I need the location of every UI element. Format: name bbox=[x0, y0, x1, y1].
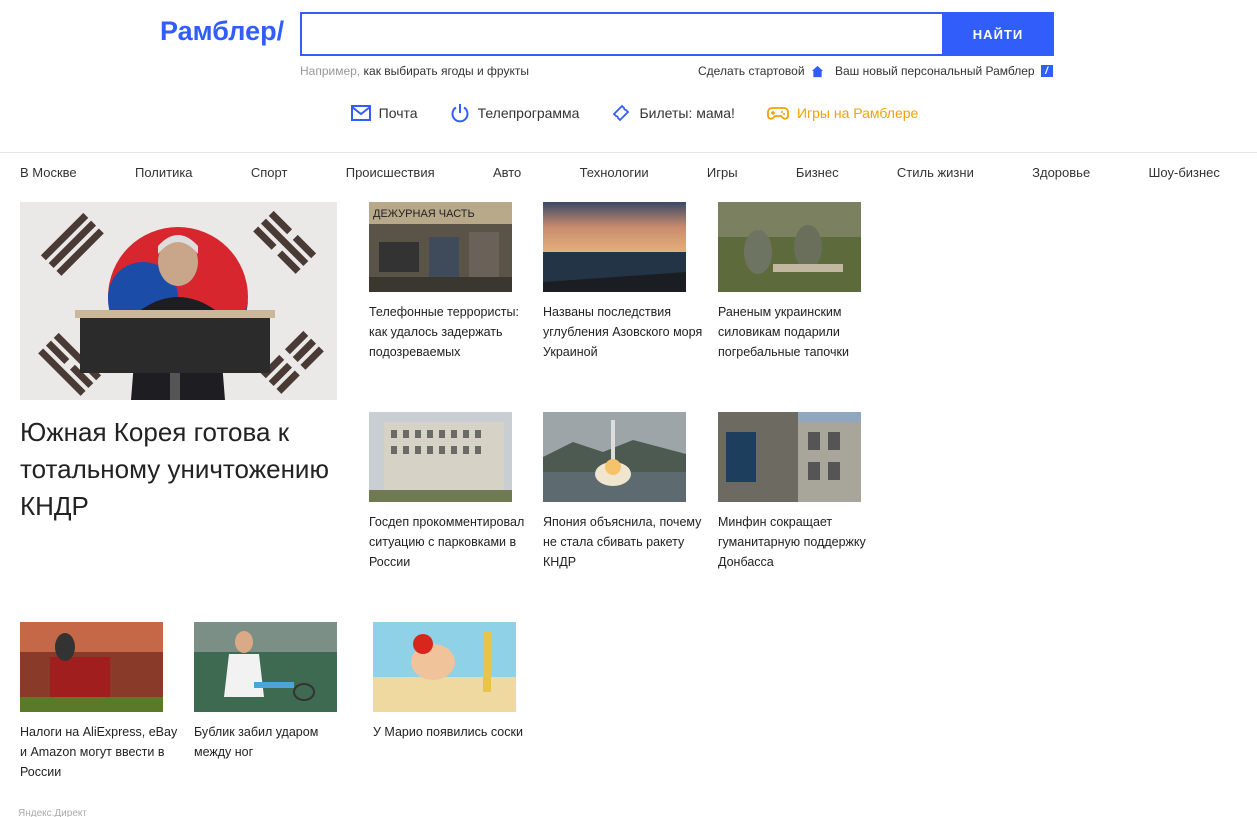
topic-auto[interactable]: Авто bbox=[493, 165, 521, 180]
search-button[interactable]: НАЙТИ bbox=[942, 12, 1054, 56]
news-title: Налоги на AliExpress, eBay и Amazon могу… bbox=[20, 725, 178, 779]
topic-games[interactable]: Игры bbox=[707, 165, 738, 180]
hint-query-link[interactable]: как выбирать ягоды и фрукты bbox=[364, 64, 529, 78]
news-image-caption: ДЕЖУРНАЯ ЧАСТЬ bbox=[373, 208, 475, 220]
news-card[interactable]: Госдеп прокомментировал ситуацию с парко… bbox=[369, 412, 529, 572]
news-image bbox=[369, 412, 512, 502]
service-tv-label: Телепрограмма bbox=[477, 105, 580, 121]
gamepad-icon bbox=[767, 107, 789, 120]
news-title: Япония объяснила, почему не стала сбиват… bbox=[543, 515, 702, 569]
personal-rambler-link[interactable]: Ваш новый персональный Рамблер / bbox=[835, 64, 1053, 78]
rambler-logo[interactable]: Рамблер/ bbox=[160, 16, 284, 47]
rambler-slash-icon: / bbox=[1040, 65, 1053, 77]
news-card[interactable]: Бублик забил ударом между ног bbox=[194, 622, 354, 762]
news-title: Названы последствия углубления Азовского… bbox=[543, 305, 703, 359]
topic-politics[interactable]: Политика bbox=[135, 165, 193, 180]
news-card[interactable]: Названы последствия углубления Азовского… bbox=[543, 202, 703, 362]
home-icon bbox=[811, 65, 823, 77]
topic-showbiz[interactable]: Шоу-бизнес bbox=[1149, 165, 1220, 180]
news-card[interactable]: Налоги на AliExpress, eBay и Amazon могу… bbox=[20, 622, 180, 782]
news-image bbox=[718, 202, 861, 292]
power-icon bbox=[451, 104, 469, 123]
topics-nav: В Москве Политика Спорт Происшествия Авт… bbox=[20, 165, 1220, 180]
news-image bbox=[194, 622, 337, 712]
topic-moscow[interactable]: В Москве bbox=[20, 165, 77, 180]
news-image bbox=[373, 622, 516, 712]
search-hint: Например, как выбирать ягоды и фрукты bbox=[300, 64, 529, 78]
personal-rambler-label: Ваш новый персональный Рамблер bbox=[835, 64, 1035, 78]
service-games-label: Игры на Рамблере bbox=[796, 105, 919, 121]
make-start-label: Сделать стартовой bbox=[698, 64, 805, 78]
make-start-link[interactable]: Сделать стартовой bbox=[698, 64, 824, 78]
news-image bbox=[543, 202, 686, 292]
service-tickets[interactable]: Билеты: мама! bbox=[611, 103, 735, 123]
hint-prefix: Например, bbox=[300, 64, 361, 78]
topic-lifestyle[interactable]: Стиль жизни bbox=[897, 165, 974, 180]
news-card[interactable]: Япония объяснила, почему не стала сбиват… bbox=[543, 412, 703, 572]
news-image bbox=[20, 622, 163, 712]
service-mail-label: Почта bbox=[378, 105, 418, 121]
topic-incidents[interactable]: Происшествия bbox=[346, 165, 435, 180]
news-title: Бублик забил ударом между ног bbox=[194, 725, 319, 759]
hero-title[interactable]: Южная Корея готова к тотальному уничтоже… bbox=[20, 414, 340, 525]
ticket-icon bbox=[613, 104, 630, 122]
topic-sport[interactable]: Спорт bbox=[251, 165, 288, 180]
news-image bbox=[718, 412, 861, 502]
news-image: ДЕЖУРНАЯ ЧАСТЬ bbox=[369, 202, 512, 292]
topic-health[interactable]: Здоровье bbox=[1032, 165, 1090, 180]
search-field[interactable] bbox=[300, 12, 942, 56]
ad-label: Яндекс.Директ bbox=[18, 808, 87, 817]
service-games[interactable]: Игры на Рамблере bbox=[767, 103, 918, 123]
topic-business[interactable]: Бизнес bbox=[796, 165, 839, 180]
news-card[interactable]: У Марио появились соски bbox=[373, 622, 533, 742]
news-title: Телефонные террористы: как удалось задер… bbox=[369, 305, 519, 359]
news-card[interactable]: Минфин сокращает гуманитарную поддержку … bbox=[718, 412, 878, 572]
service-tv[interactable]: Телепрограмма bbox=[450, 103, 580, 123]
news-title: У Марио появились соски bbox=[373, 725, 523, 739]
news-card[interactable]: Раненым украинским силовикам подарили по… bbox=[718, 202, 878, 362]
news-image bbox=[543, 412, 686, 502]
topic-tech[interactable]: Технологии bbox=[580, 165, 649, 180]
service-mail[interactable]: Почта bbox=[350, 103, 418, 123]
hero-image[interactable] bbox=[20, 202, 337, 400]
search-input[interactable] bbox=[302, 14, 942, 54]
news-card[interactable]: ДЕЖУРНАЯ ЧАСТЬ Телефонные террористы: ка… bbox=[369, 202, 529, 362]
header-divider bbox=[0, 152, 1257, 153]
news-title: Госдеп прокомментировал ситуацию с парко… bbox=[369, 515, 525, 569]
news-title: Минфин сокращает гуманитарную поддержку … bbox=[718, 515, 866, 569]
service-tickets-label: Билеты: мама! bbox=[639, 105, 735, 121]
mail-icon bbox=[350, 105, 371, 121]
news-title: Раненым украинским силовикам подарили по… bbox=[718, 305, 849, 359]
services-bar: Почта Телепрограмма Билеты: мама! Игры н… bbox=[0, 103, 1257, 123]
